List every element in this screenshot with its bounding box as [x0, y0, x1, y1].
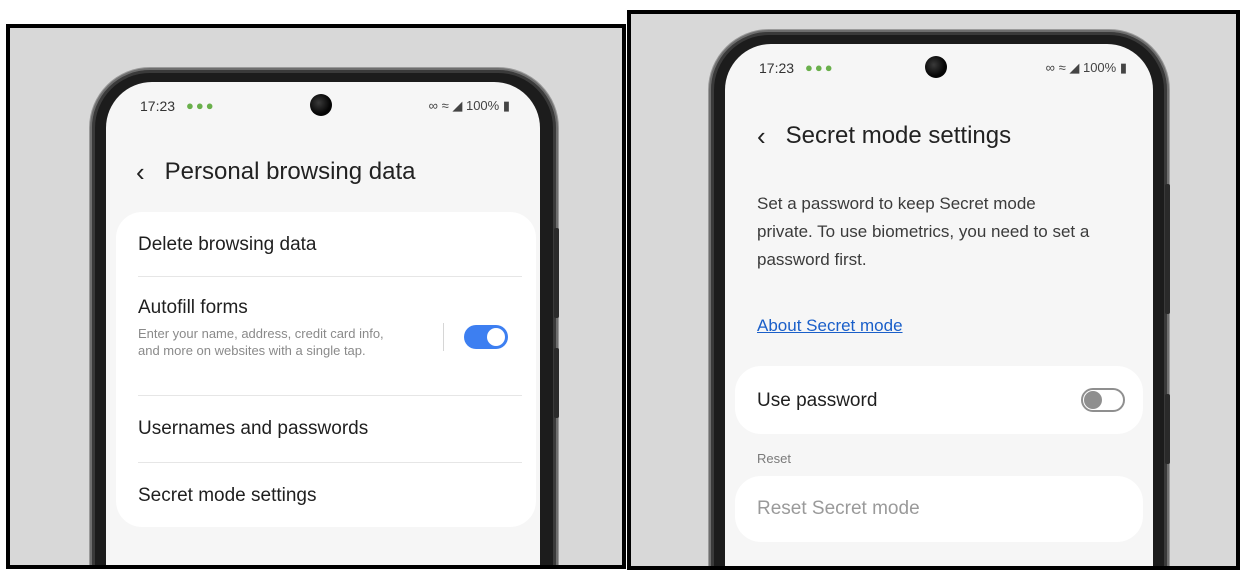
toggle-knob [1084, 391, 1102, 409]
battery-icon: ▮ [1119, 60, 1127, 75]
phone-screen: 17:23 ●●● ∞ ≈ ◢ 100% ▮ ‹ Secret mode set… [725, 44, 1153, 566]
battery-percent: 100% [1082, 60, 1117, 75]
list-item-autofill-forms[interactable]: Autofill forms Enter your name, address,… [116, 277, 536, 395]
description-line: password first. [757, 250, 867, 269]
link-icon: ∞ [428, 98, 438, 113]
power-button [554, 348, 559, 418]
description: Set a password to keep Secret mode priva… [757, 190, 1137, 274]
use-password-card[interactable]: Use password [735, 366, 1143, 434]
toggle-knob [487, 328, 505, 346]
back-arrow-icon[interactable]: ‹ [136, 159, 145, 185]
volume-button [554, 228, 559, 318]
left-screenshot-panel: 17:23 ●●● ∞ ≈ ◢ 100% ▮ ‹ Personal browsi… [6, 24, 626, 569]
battery-percent: 100% [465, 98, 500, 113]
signal-icon: ◢ [452, 98, 463, 113]
item-label: Autofill forms [138, 297, 248, 318]
status-time: 17:23 [140, 98, 176, 114]
right-screenshot-panel: 17:23 ●●● ∞ ≈ ◢ 100% ▮ ‹ Secret mode set… [627, 10, 1240, 570]
android-notification-icons: ●●● [805, 60, 835, 75]
about-secret-mode-link[interactable]: About Secret mode [757, 316, 903, 336]
android-notification-icons: ●●● [186, 98, 216, 113]
reset-secret-mode-item[interactable]: Reset Secret mode [757, 498, 920, 520]
settings-card: Delete browsing data Autofill forms Ente… [116, 212, 536, 527]
page-title: Secret mode settings [785, 122, 1012, 149]
list-item-usernames-passwords[interactable]: Usernames and passwords [116, 396, 536, 462]
title-bar: ‹ Personal browsing data [136, 158, 416, 186]
signal-icon: ◢ [1069, 60, 1080, 75]
volume-button [1165, 184, 1170, 314]
item-label: Delete browsing data [138, 234, 317, 255]
android-icon: ● [195, 98, 206, 113]
power-button [1165, 394, 1170, 464]
link-icon: ∞ [1045, 60, 1055, 75]
section-label-reset: Reset [757, 451, 791, 466]
list-item-delete-browsing-data[interactable]: Delete browsing data [116, 212, 536, 276]
item-label: Secret mode settings [138, 485, 317, 506]
status-right: ∞ ≈ ◢ 100% ▮ [429, 98, 510, 114]
status-right: ∞ ≈ ◢ 100% ▮ [1046, 60, 1127, 76]
android-icon: ● [814, 60, 825, 75]
use-password-label: Use password [757, 390, 878, 411]
back-arrow-icon[interactable]: ‹ [757, 123, 766, 149]
android-icon: ● [805, 60, 815, 75]
android-icon: ● [186, 98, 196, 113]
page-title: Personal browsing data [164, 158, 416, 185]
description-line: private. To use biometrics, you need to … [757, 222, 1090, 241]
battery-icon: ▮ [502, 98, 510, 113]
wifi-icon: ≈ [441, 98, 449, 113]
android-icon: ● [824, 60, 835, 75]
toggle-separator [443, 323, 444, 351]
status-bar: 17:23 ●●● ∞ ≈ ◢ 100% ▮ [759, 60, 1127, 84]
item-label: Usernames and passwords [138, 418, 369, 439]
android-icon: ● [205, 98, 216, 113]
wifi-icon: ≈ [1058, 60, 1066, 75]
reset-card: Reset Secret mode [735, 476, 1143, 542]
description-line: Set a password to keep Secret mode [757, 194, 1036, 213]
use-password-toggle[interactable] [1081, 388, 1125, 412]
item-subtext: Enter your name, address, credit card in… [138, 326, 384, 358]
status-bar: 17:23 ●●● ∞ ≈ ◢ 100% ▮ [140, 98, 510, 122]
status-time: 17:23 [759, 60, 795, 76]
phone-screen: 17:23 ●●● ∞ ≈ ◢ 100% ▮ ‹ Personal browsi… [106, 82, 540, 565]
title-bar: ‹ Secret mode settings [757, 122, 1011, 150]
autofill-toggle[interactable] [464, 325, 508, 349]
list-item-secret-mode-settings[interactable]: Secret mode settings [116, 463, 536, 527]
